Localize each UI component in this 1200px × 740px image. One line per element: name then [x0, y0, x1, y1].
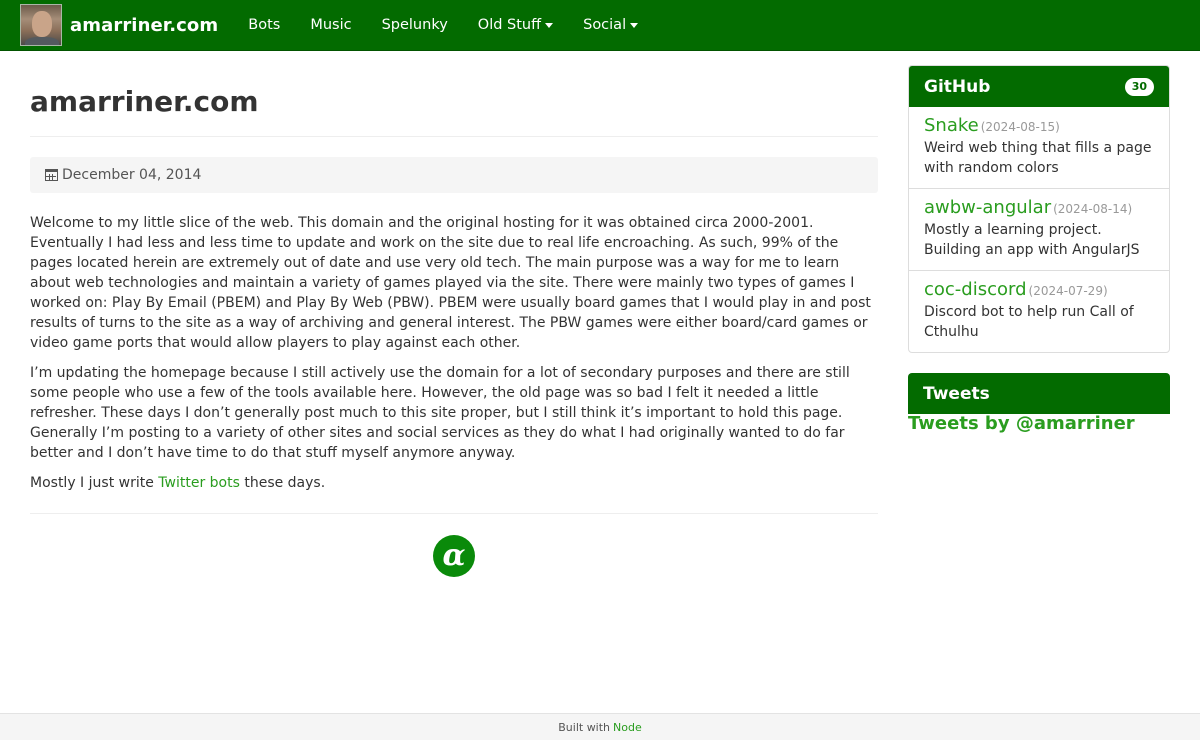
github-panel-title: GitHub — [924, 76, 991, 97]
avatar — [20, 4, 62, 46]
repo-item: coc-discord (2024-07-29) Discord bot to h… — [909, 270, 1169, 352]
paragraph: Mostly I just write Twitter bots these d… — [30, 473, 878, 493]
badge-row: α — [30, 535, 878, 577]
repo-date: (2024-08-14) — [1053, 202, 1133, 216]
repo-item: Snake (2024-08-15) Weird web thing that f… — [909, 107, 1169, 188]
sidebar: GitHub 30 Snake (2024-08-15) Weird web th… — [908, 65, 1170, 434]
paragraph: Welcome to my little slice of the web. T… — [30, 215, 871, 351]
repo-item: awbw-angular (2024-08-14) Mostly a learni… — [909, 188, 1169, 270]
caret-down-icon — [630, 22, 639, 28]
repo-list: Snake (2024-08-15) Weird web thing that f… — [909, 107, 1169, 352]
twitter-bots-link[interactable]: Twitter bots — [158, 475, 240, 491]
node-link[interactable]: Node — [613, 721, 642, 734]
calendar-icon — [45, 169, 58, 181]
brand-name: amarriner.com — [70, 14, 219, 36]
footer: Built with Node — [0, 713, 1200, 740]
post-body: Welcome to my little slice of the web. T… — [30, 213, 878, 493]
alpha-icon[interactable]: α — [433, 535, 475, 577]
post-date-text: December 04, 2014 — [62, 167, 202, 183]
nav-menu: Bots Music Spelunky Old Stuff Social — [233, 0, 653, 51]
tweets-panel-heading: Tweets — [908, 373, 1170, 414]
repo-count-badge: 30 — [1124, 77, 1154, 96]
paragraph: I’m updating the homepage because I stil… — [30, 365, 850, 461]
repo-date: (2024-07-29) — [1028, 284, 1108, 298]
post-date: December 04, 2014 — [30, 157, 878, 193]
repo-date: (2024-08-15) — [980, 120, 1060, 134]
nav-item-music[interactable]: Music — [295, 0, 366, 51]
repo-link[interactable]: awbw-angular — [924, 197, 1051, 218]
nav-item-label: Bots — [248, 17, 281, 33]
repo-description: Weird web thing that fills a page with r… — [924, 140, 1152, 176]
caret-down-icon — [545, 22, 554, 28]
nav-item-bots[interactable]: Bots — [233, 0, 295, 51]
main-content: amarriner.com December 04, 2014 Welcome … — [30, 51, 878, 577]
paragraph-text: Mostly I just write — [30, 475, 159, 491]
top-navbar: amarriner.com Bots Music Spelunky Old St… — [0, 0, 1200, 51]
footer-text: Built with — [558, 720, 611, 734]
page-title: amarriner.com — [30, 87, 878, 137]
divider — [30, 513, 878, 514]
github-panel: GitHub 30 Snake (2024-08-15) Weird web th… — [908, 65, 1170, 353]
repo-link[interactable]: Snake — [924, 115, 979, 136]
tweets-timeline-link[interactable]: Tweets by @amarriner — [908, 414, 1170, 434]
tweets-panel-title: Tweets — [923, 383, 990, 404]
paragraph-text: these days. — [239, 475, 326, 491]
nav-item-label: Music — [310, 17, 352, 33]
repo-description: Mostly a learning project. Building an a… — [924, 222, 1140, 258]
nav-item-label: Social — [583, 17, 627, 33]
repo-description: Discord bot to help run Call of Cthulhu — [924, 304, 1134, 340]
nav-item-social[interactable]: Social — [568, 0, 653, 51]
nav-item-spelunky[interactable]: Spelunky — [367, 0, 463, 51]
nav-item-label: Old Stuff — [477, 17, 542, 33]
brand-link[interactable]: amarriner.com — [20, 4, 218, 46]
repo-link[interactable]: coc-discord — [924, 279, 1027, 300]
github-panel-heading: GitHub 30 — [909, 66, 1169, 107]
nav-item-old-stuff[interactable]: Old Stuff — [463, 0, 568, 51]
nav-item-label: Spelunky — [381, 17, 448, 33]
